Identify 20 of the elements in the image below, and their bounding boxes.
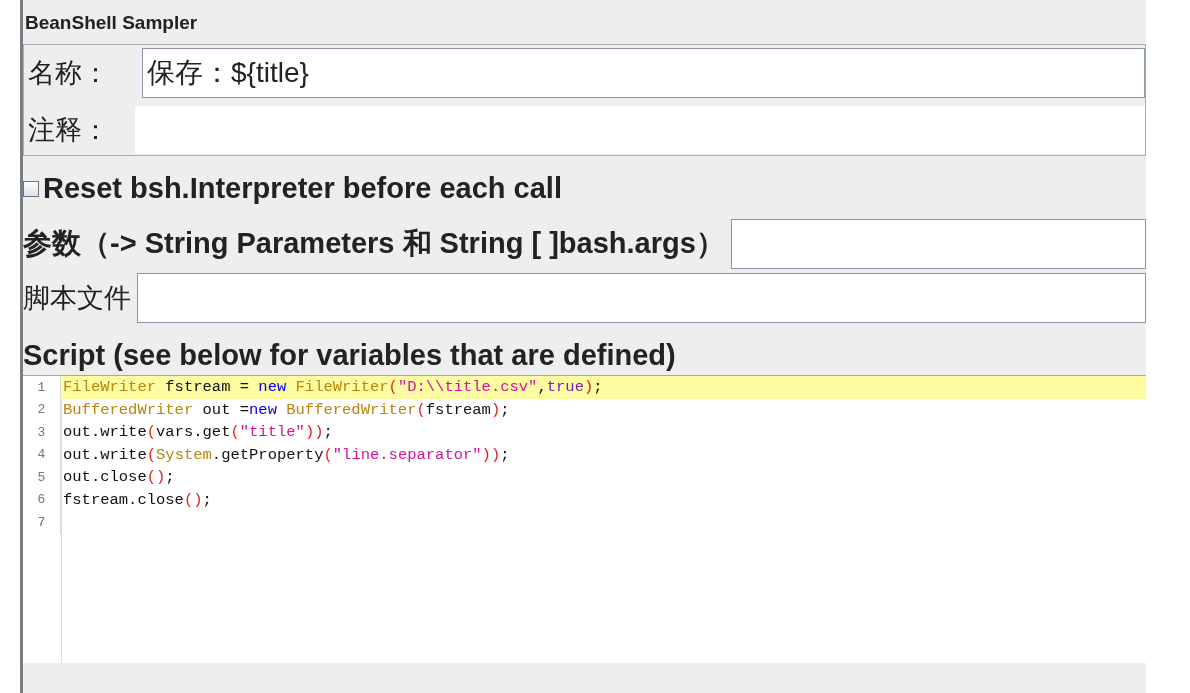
script-file-input-field[interactable] xyxy=(137,273,1146,323)
script-heading: Script (see below for variables that are defined) xyxy=(23,338,676,372)
code-line: out.close(); xyxy=(62,468,175,487)
code-line: out.write(vars.get("title")); xyxy=(62,423,333,442)
code-line: fstream.close(); xyxy=(62,490,212,509)
name-label: 名称： xyxy=(28,56,110,90)
parameters-label: 参数（-> String Parameters 和 String [ ]bash.args） xyxy=(23,226,725,261)
line-number: 1 xyxy=(23,376,61,399)
reset-option-label: Reset bsh.Interpreter before each call xyxy=(43,172,562,205)
script-editor[interactable] xyxy=(23,375,1146,663)
panel-title: BeanShell Sampler xyxy=(24,12,199,34)
name-input-field[interactable]: 保存：${title} xyxy=(142,48,1145,98)
code-line: FileWriter fstream = new FileWriter("D:\\title.csv",true); xyxy=(62,378,603,397)
comment-label: 注释： xyxy=(28,113,110,147)
code-line: BufferedWriter out =new BufferedWriter(fstream); xyxy=(62,400,510,419)
script-file-label: 脚本文件 xyxy=(23,281,131,315)
parameters-input-field[interactable] xyxy=(730,219,1146,269)
comment-input-field[interactable] xyxy=(135,106,1145,154)
code-line: out.write(System.getProperty("line.separator")); xyxy=(62,445,510,464)
reset-checkbox[interactable] xyxy=(23,180,39,197)
